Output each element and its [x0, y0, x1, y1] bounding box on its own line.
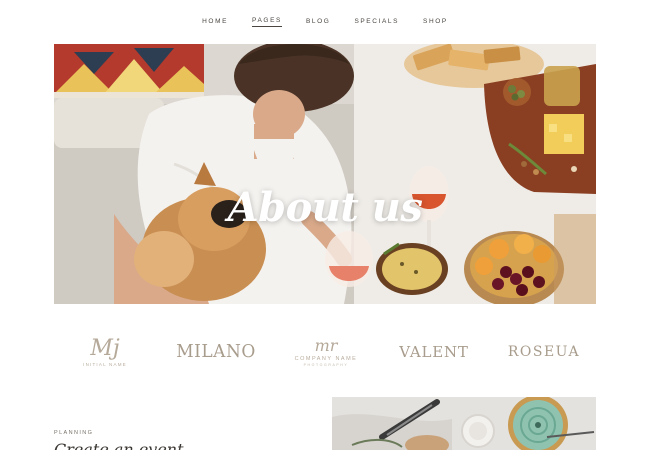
logo-wordmark: MILANO: [176, 341, 256, 363]
logo-initial-name[interactable]: Mj INITIAL NAME: [70, 322, 140, 382]
nav-specials[interactable]: SPECIALS: [354, 18, 399, 27]
hero-photo: [54, 44, 596, 304]
hero-banner: About us: [54, 44, 596, 304]
nav-home[interactable]: HOME: [202, 18, 228, 27]
hero-title: About us: [227, 184, 423, 231]
logo-subtext: INITIAL NAME: [83, 361, 127, 367]
logo-wordmark: ROSEUA: [507, 344, 581, 360]
logo-subtext: COMPANY NAME: [294, 355, 358, 362]
logo-valent[interactable]: VALENT: [394, 322, 474, 382]
logo-company-name[interactable]: mr COMPANY NAME PHOTOGRAPHY: [280, 322, 372, 382]
logo-roseua[interactable]: ROSEUA: [504, 322, 584, 382]
nav-shop[interactable]: SHOP: [423, 18, 448, 27]
event-image: [332, 397, 596, 450]
section-title: Create an event: [54, 440, 184, 450]
logo-mark: mr: [314, 335, 338, 355]
logo-wordmark: VALENT: [399, 343, 469, 361]
nav-pages[interactable]: PAGES: [252, 17, 282, 27]
logo-subtext-2: PHOTOGRAPHY: [303, 362, 349, 367]
logo-milano[interactable]: MILANO: [172, 322, 260, 382]
logo-mark: Mj: [90, 335, 120, 361]
nav-blog[interactable]: BLOG: [306, 18, 330, 27]
section-label: PLANNING: [54, 430, 94, 436]
main-nav: HOME PAGES BLOG SPECIALS SHOP: [0, 0, 650, 44]
event-photo: [332, 397, 596, 450]
client-logos: Mj INITIAL NAME MILANO mr COMPANY NAME P…: [54, 322, 596, 382]
